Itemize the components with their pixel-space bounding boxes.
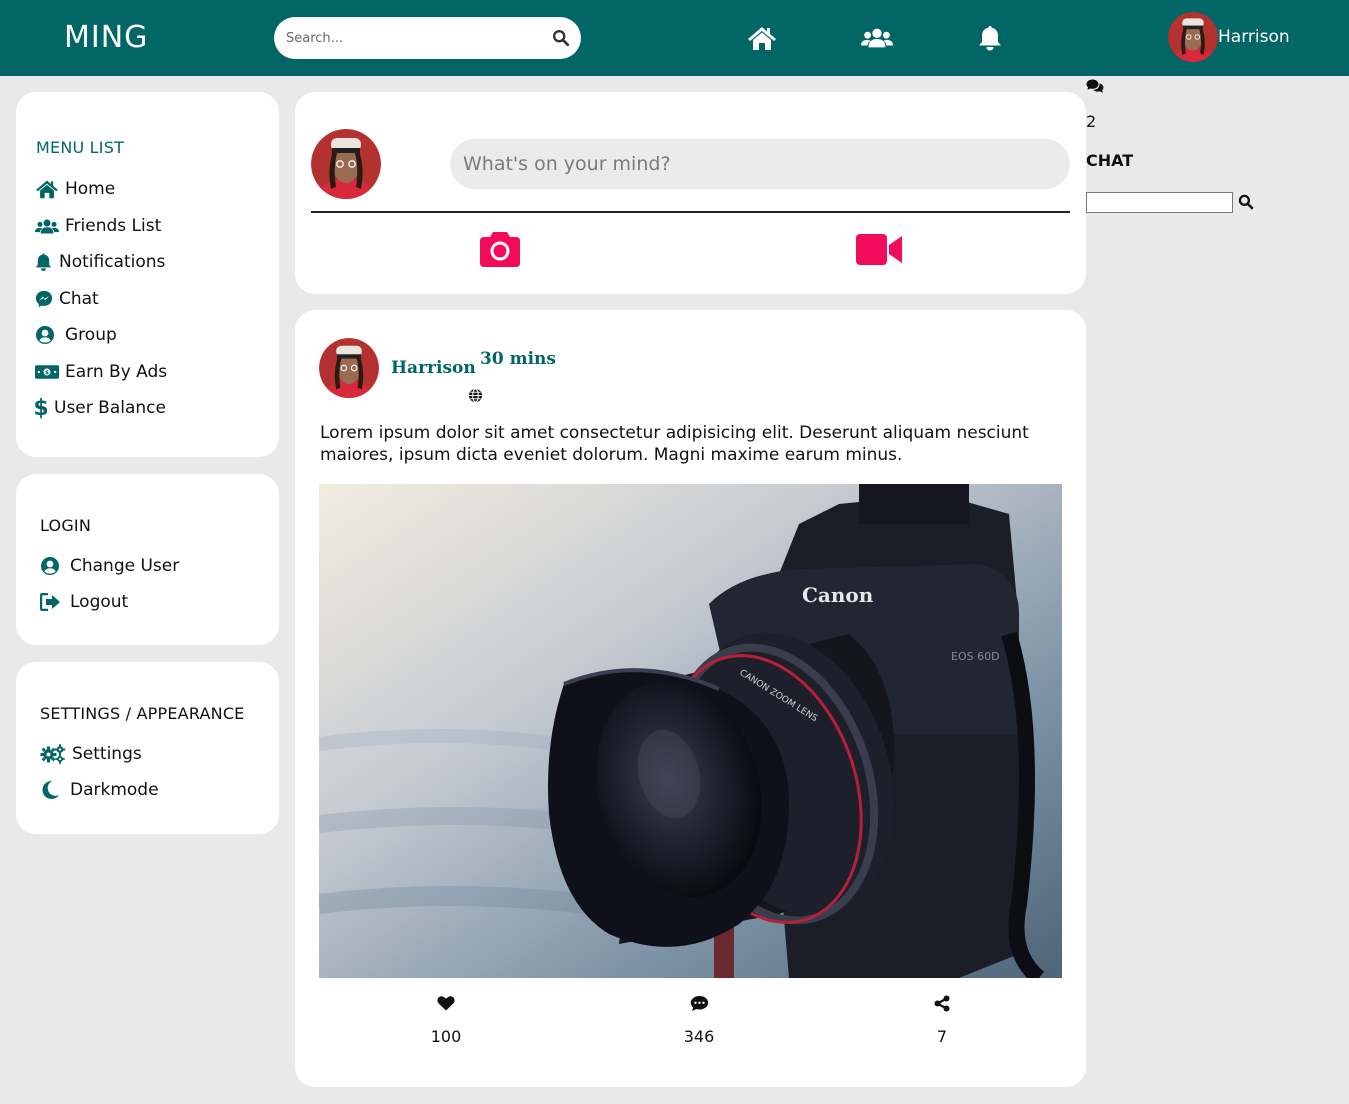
chat-search-input[interactable]	[1086, 192, 1233, 213]
nav-notifications-button[interactable]	[974, 24, 1006, 52]
login-title: LOGIN	[40, 516, 92, 535]
gears-icon	[40, 743, 66, 765]
globe-icon	[468, 388, 483, 403]
comment-icon	[659, 992, 739, 1014]
sidebar-item-logout[interactable]: Logout	[40, 590, 128, 614]
sidebar-item-group[interactable]: Group	[35, 323, 117, 347]
sidebar-item-label: Group	[65, 325, 117, 345]
sidebar-item-user-balance[interactable]: $ User Balance	[35, 396, 166, 420]
share-action[interactable]: 7	[902, 992, 982, 1046]
sidebar-item-darkmode[interactable]: Darkmode	[40, 778, 159, 802]
messenger-icon	[35, 288, 53, 310]
sidebar-item-label: Darkmode	[70, 780, 159, 800]
settings-title: SETTINGS / APPEARANCE	[40, 704, 245, 723]
like-count: 100	[430, 1027, 462, 1046]
money-bill-icon: $	[35, 361, 59, 383]
bell-icon	[979, 26, 1001, 51]
camera-icon[interactable]	[479, 230, 521, 268]
like-action[interactable]: 100	[406, 992, 486, 1046]
camera-model-label: EOS 60D	[951, 650, 1000, 663]
settings-card: SETTINGS / APPEARANCE Settings Darkmode	[16, 662, 279, 834]
svg-text:$: $	[45, 370, 49, 376]
post-timestamp: 30 mins	[480, 349, 556, 369]
share-count: 7	[936, 1027, 948, 1046]
sidebar-item-label: Home	[65, 179, 116, 199]
composer-input[interactable]	[450, 139, 1070, 189]
sidebar-item-notifications[interactable]: Notifications	[35, 250, 165, 274]
logout-icon	[40, 591, 64, 613]
sidebar-item-earn-by-ads[interactable]: $ Earn By Ads	[35, 360, 167, 384]
sidebar-item-label: Change User	[70, 556, 180, 576]
chat-count: 2	[1086, 112, 1097, 131]
post-card: Harrison 30 mins Lorem ipsum dolor sit a…	[295, 310, 1086, 1087]
composer-divider	[311, 211, 1070, 213]
post-image[interactable]: Canon EOS 60D CANON ZOOM LENS	[319, 484, 1062, 978]
moon-icon	[40, 779, 64, 801]
sidebar-item-label: Friends List	[65, 216, 162, 236]
user-circle-icon	[35, 324, 59, 346]
comments-icon[interactable]	[1086, 79, 1104, 94]
profile-menu[interactable]: Harrison	[1168, 12, 1290, 62]
sidebar-item-change-user[interactable]: Change User	[40, 554, 179, 578]
home-icon	[35, 178, 59, 200]
sidebar-item-label: Settings	[72, 744, 142, 764]
menu-list-card: MENU LIST Home Friends List Notification…	[16, 92, 279, 457]
home-icon	[748, 27, 776, 50]
nav-home-button[interactable]	[746, 24, 778, 52]
user-circle-icon	[40, 555, 64, 577]
search-bar	[274, 17, 581, 59]
avatar	[311, 129, 381, 199]
bell-icon	[35, 251, 53, 273]
sidebar-item-chat[interactable]: Chat	[35, 287, 99, 311]
camera-brand-label: Canon	[802, 583, 874, 607]
chat-title: CHAT	[1086, 151, 1134, 170]
svg-text:$: $	[35, 397, 47, 419]
comment-count: 346	[683, 1027, 715, 1046]
chat-search-icon[interactable]	[1238, 194, 1254, 210]
menu-list-title: MENU LIST	[36, 138, 125, 157]
comment-action[interactable]: 346	[659, 992, 739, 1046]
friends-icon	[35, 215, 59, 237]
video-icon[interactable]	[856, 233, 903, 266]
avatar[interactable]	[319, 338, 379, 398]
login-card: LOGIN Change User Logout	[16, 474, 279, 645]
sidebar-item-label: User Balance	[54, 398, 166, 418]
sidebar-item-friends-list[interactable]: Friends List	[35, 214, 161, 238]
sidebar-item-label: Notifications	[59, 252, 166, 272]
dollar-icon: $	[35, 397, 48, 419]
avatar	[1168, 12, 1218, 62]
heart-icon	[406, 992, 486, 1014]
sidebar-item-home[interactable]: Home	[35, 177, 115, 201]
post-composer	[295, 92, 1086, 294]
post-body-text: Lorem ipsum dolor sit amet consectetur a…	[320, 423, 1029, 465]
nav-friends-button[interactable]	[861, 24, 893, 52]
friends-icon	[861, 28, 893, 48]
share-icon	[902, 992, 982, 1014]
profile-name: Harrison	[1218, 27, 1290, 47]
sidebar-item-settings[interactable]: Settings	[40, 742, 142, 766]
post-author-name[interactable]: Harrison	[391, 358, 476, 378]
sidebar-item-label: Chat	[59, 289, 99, 309]
search-icon[interactable]	[552, 29, 570, 47]
top-navbar: MING Search... Harrison	[0, 0, 1349, 76]
search-input[interactable]	[286, 27, 536, 49]
brand-logo[interactable]: MING	[64, 20, 148, 55]
sidebar-item-label: Logout	[70, 592, 129, 612]
sidebar-item-label: Earn By Ads	[65, 362, 168, 382]
